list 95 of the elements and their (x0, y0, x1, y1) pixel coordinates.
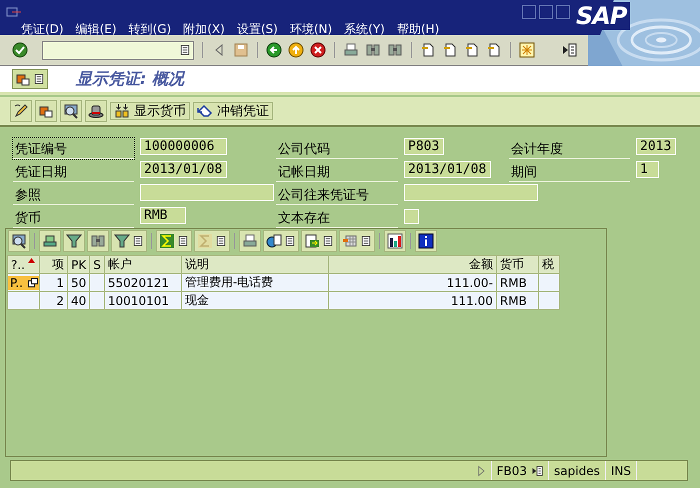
field-label: 会计年度 (509, 138, 630, 159)
history-icon[interactable] (179, 44, 191, 56)
input-field[interactable]: P803 (404, 138, 444, 155)
input-field[interactable]: RMB (140, 207, 186, 224)
user-name: sapides (554, 464, 600, 478)
table-cell: 111.00 (328, 292, 496, 310)
field-label: 凭证日期 (13, 161, 134, 182)
table-cell: 55020121 (104, 274, 182, 292)
coins-icon[interactable] (114, 103, 130, 119)
print-icon[interactable] (343, 42, 359, 58)
menu-toggle-button[interactable] (12, 69, 48, 89)
column-header[interactable]: 货币 (496, 256, 538, 274)
column-header[interactable]: 税 (538, 256, 560, 274)
list-icon[interactable] (177, 235, 189, 247)
input-field[interactable]: 1 (636, 161, 659, 178)
field-label: 文本存在 (276, 207, 398, 228)
column-header[interactable]: 金额 (328, 256, 496, 274)
previous-page-icon[interactable] (442, 42, 458, 58)
list-icon[interactable] (33, 73, 45, 85)
check-icon[interactable] (12, 42, 28, 58)
list-icon[interactable] (360, 235, 372, 247)
menu-item[interactable]: 环境(N) (284, 21, 338, 38)
menu-item[interactable]: 编辑(E) (70, 21, 123, 38)
table-cell: 2 (40, 292, 68, 310)
layout-button[interactable] (339, 230, 375, 252)
views-button[interactable] (263, 230, 299, 252)
field-label: 货币 (13, 207, 134, 228)
menu-item[interactable]: 帮助(H) (390, 21, 446, 38)
field-label: 公司往来凭证号 (276, 184, 398, 205)
menu-item[interactable]: 凭证(D) (15, 21, 70, 38)
maximize-button[interactable] (539, 5, 553, 19)
table-cell: 1 (40, 274, 68, 292)
checkbox[interactable] (404, 209, 419, 224)
back-icon[interactable] (266, 42, 282, 58)
export-icon[interactable] (304, 233, 320, 249)
menu-item[interactable]: 附加(X) (177, 21, 231, 38)
command-field[interactable] (42, 40, 194, 60)
save-icon[interactable] (233, 42, 249, 58)
column-header[interactable]: ?.. (8, 256, 40, 274)
table-cell: RMB (496, 274, 538, 292)
sigma-icon[interactable] (159, 233, 175, 249)
last-page-icon[interactable] (486, 42, 502, 58)
field-label: 凭证编号 (13, 138, 134, 159)
input-field[interactable] (404, 184, 538, 201)
table-cell: 111.00- (328, 274, 496, 292)
table-cell: 50 (68, 274, 90, 292)
input-field[interactable]: 2013 (636, 138, 676, 155)
next-page-icon[interactable] (464, 42, 480, 58)
total-button[interactable] (156, 230, 192, 252)
field-label: 记帐日期 (276, 161, 398, 182)
close-button[interactable] (556, 5, 570, 19)
column-header[interactable]: S (90, 256, 104, 274)
find-next-icon[interactable] (387, 42, 403, 58)
toolbar-button[interactable]: 冲销凭证 (193, 102, 273, 120)
minimize-button[interactable] (522, 5, 536, 19)
toolbar-button[interactable]: 显示货币 (110, 102, 190, 120)
filter-button[interactable] (111, 230, 147, 252)
list-icon[interactable] (132, 235, 144, 247)
list-icon[interactable] (531, 464, 544, 476)
column-header[interactable]: 说明 (181, 256, 328, 274)
grid-icon[interactable] (342, 233, 358, 249)
field-label: 公司代码 (276, 138, 398, 159)
table-cell: 10010101 (104, 292, 182, 310)
column-header[interactable]: 帐户 (104, 256, 182, 274)
field-label: 参照 (13, 184, 134, 205)
layout-icon[interactable] (519, 42, 535, 58)
menu-item[interactable]: 转到(G) (122, 21, 178, 38)
table-cell: RMB (496, 292, 538, 310)
list-icon[interactable] (284, 235, 296, 247)
popup-icon[interactable] (27, 276, 39, 288)
input-field[interactable]: 100000006 (140, 138, 227, 155)
find-icon[interactable] (365, 42, 381, 58)
input-mode: INS (610, 464, 631, 478)
field-label: 期间 (509, 161, 630, 182)
cancel-icon[interactable] (310, 42, 326, 58)
column-header[interactable]: PK (68, 256, 90, 274)
list-icon[interactable] (322, 235, 334, 247)
funnel-icon[interactable] (114, 233, 130, 249)
screen-title: 显示凭证: 概况 (76, 68, 184, 90)
export-button[interactable] (301, 230, 337, 252)
table-cell: 现金 (181, 292, 328, 310)
input-field[interactable]: 2013/01/08 (140, 161, 227, 178)
transaction-code: FB03 (496, 464, 528, 478)
input-field[interactable]: 2013/01/08 (404, 161, 491, 178)
table-cell: 管理费用-电话费 (181, 274, 328, 292)
status-cell[interactable]: P.. (8, 276, 39, 290)
help-icon[interactable] (561, 42, 577, 58)
first-page-icon[interactable] (420, 42, 436, 58)
reverse-arrow-icon[interactable] (197, 103, 213, 119)
table-cell: 40 (68, 292, 90, 310)
column-header[interactable]: 项 (40, 256, 68, 274)
list-icon[interactable] (215, 235, 227, 247)
input-field[interactable] (140, 184, 274, 201)
menu-item[interactable]: 系统(Y) (338, 21, 391, 38)
menu-item[interactable]: 设置(S) (230, 21, 284, 38)
